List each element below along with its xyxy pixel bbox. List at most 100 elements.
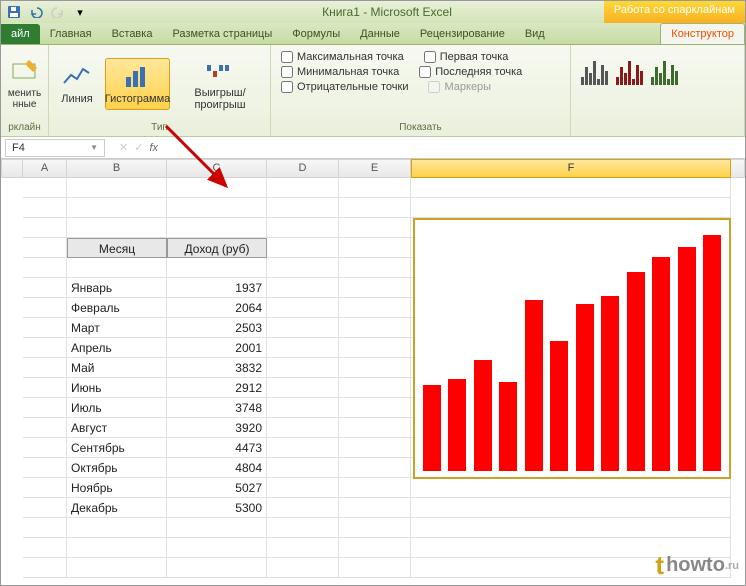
table-cell-value[interactable]: 1937 — [167, 278, 267, 298]
tab-home[interactable]: Главная — [40, 24, 102, 44]
cell[interactable] — [23, 318, 67, 338]
cell[interactable] — [167, 178, 267, 198]
fx-icon[interactable]: fx — [149, 142, 158, 154]
cell[interactable] — [67, 198, 167, 218]
cell[interactable] — [23, 418, 67, 438]
undo-icon[interactable] — [27, 3, 45, 21]
check-first[interactable]: Первая точка — [424, 51, 509, 63]
cell[interactable] — [267, 278, 339, 298]
cell[interactable] — [267, 558, 339, 578]
table-cell-month[interactable]: Апрель — [67, 338, 167, 358]
edit-data-button[interactable]: менить нные — [1, 54, 49, 114]
cell[interactable] — [67, 218, 167, 238]
cell[interactable] — [267, 298, 339, 318]
cell[interactable] — [339, 558, 411, 578]
cell[interactable] — [23, 178, 67, 198]
save-icon[interactable] — [5, 3, 23, 21]
qat-dropdown-icon[interactable]: ▾ — [71, 3, 89, 21]
cell[interactable] — [167, 198, 267, 218]
cell[interactable] — [23, 538, 67, 558]
cell[interactable] — [67, 258, 167, 278]
cell[interactable] — [267, 358, 339, 378]
cell[interactable] — [339, 358, 411, 378]
cell[interactable] — [339, 538, 411, 558]
table-cell-value[interactable]: 5027 — [167, 478, 267, 498]
table-cell-month[interactable]: Июль — [67, 398, 167, 418]
cell[interactable] — [267, 238, 339, 258]
cell[interactable] — [411, 178, 731, 198]
table-cell-month[interactable]: Июнь — [67, 378, 167, 398]
cell[interactable] — [23, 398, 67, 418]
table-header-month[interactable]: Месяц — [67, 238, 167, 258]
name-box[interactable]: F4▼ — [5, 139, 105, 157]
table-cell-month[interactable]: Декабрь — [67, 498, 167, 518]
cell[interactable] — [339, 378, 411, 398]
sparkline-chart[interactable] — [413, 218, 731, 479]
cell[interactable] — [339, 338, 411, 358]
check-last[interactable]: Последняя точка — [419, 66, 522, 78]
cell[interactable] — [339, 198, 411, 218]
cell[interactable] — [23, 358, 67, 378]
cell[interactable] — [411, 518, 731, 538]
cell[interactable] — [167, 538, 267, 558]
cell[interactable] — [23, 338, 67, 358]
cell[interactable] — [267, 398, 339, 418]
cell[interactable] — [23, 258, 67, 278]
cell[interactable] — [23, 558, 67, 578]
cell[interactable] — [167, 558, 267, 578]
table-cell-value[interactable]: 5300 — [167, 498, 267, 518]
cell[interactable] — [339, 218, 411, 238]
winloss-button[interactable]: Выигрыш/проигрыш — [174, 53, 266, 115]
cell[interactable] — [23, 238, 67, 258]
worksheet[interactable]: A B C D E F МесяцДоход (руб)Январь1937Фе… — [1, 159, 745, 178]
line-button[interactable]: Линия — [53, 59, 101, 109]
cell[interactable] — [339, 318, 411, 338]
cell[interactable] — [267, 178, 339, 198]
cell[interactable] — [23, 218, 67, 238]
table-cell-value[interactable]: 4473 — [167, 438, 267, 458]
cell[interactable] — [23, 498, 67, 518]
cell[interactable] — [267, 378, 339, 398]
cancel-icon[interactable]: ✕ — [119, 141, 128, 154]
cell[interactable] — [67, 518, 167, 538]
chevron-down-icon[interactable]: ▼ — [90, 143, 98, 152]
cell[interactable] — [23, 278, 67, 298]
table-cell-value[interactable]: 3832 — [167, 358, 267, 378]
table-cell-value[interactable]: 3748 — [167, 398, 267, 418]
tab-data[interactable]: Данные — [350, 24, 410, 44]
cell[interactable] — [23, 518, 67, 538]
cell[interactable] — [339, 258, 411, 278]
table-cell-month[interactable]: Февраль — [67, 298, 167, 318]
table-cell-month[interactable]: Ноябрь — [67, 478, 167, 498]
cell[interactable] — [267, 538, 339, 558]
cell[interactable] — [339, 238, 411, 258]
cell[interactable] — [67, 538, 167, 558]
column-button[interactable]: Гистограмма — [105, 58, 170, 110]
table-cell-value[interactable]: 2912 — [167, 378, 267, 398]
table-cell-month[interactable]: Январь — [67, 278, 167, 298]
cell[interactable] — [267, 318, 339, 338]
tab-insert[interactable]: Вставка — [102, 24, 163, 44]
table-header-income[interactable]: Доход (руб) — [167, 238, 267, 258]
cell[interactable] — [267, 338, 339, 358]
cell[interactable] — [23, 298, 67, 318]
cell[interactable] — [167, 218, 267, 238]
check-neg[interactable]: Отрицательные точки — [281, 81, 408, 93]
enter-icon[interactable]: ✓ — [134, 141, 143, 154]
cell[interactable] — [411, 498, 731, 518]
cell[interactable] — [339, 438, 411, 458]
tab-pagelayout[interactable]: Разметка страницы — [162, 24, 282, 44]
cell[interactable] — [267, 418, 339, 438]
table-cell-value[interactable]: 2064 — [167, 298, 267, 318]
cell[interactable] — [267, 258, 339, 278]
cell[interactable] — [267, 478, 339, 498]
cell[interactable] — [339, 458, 411, 478]
cell[interactable] — [339, 498, 411, 518]
redo-icon[interactable] — [49, 3, 67, 21]
cell[interactable] — [67, 558, 167, 578]
table-cell-month[interactable]: Август — [67, 418, 167, 438]
tab-design[interactable]: Конструктор — [660, 23, 745, 44]
cell[interactable] — [339, 418, 411, 438]
tab-view[interactable]: Вид — [515, 24, 555, 44]
cell[interactable] — [339, 298, 411, 318]
